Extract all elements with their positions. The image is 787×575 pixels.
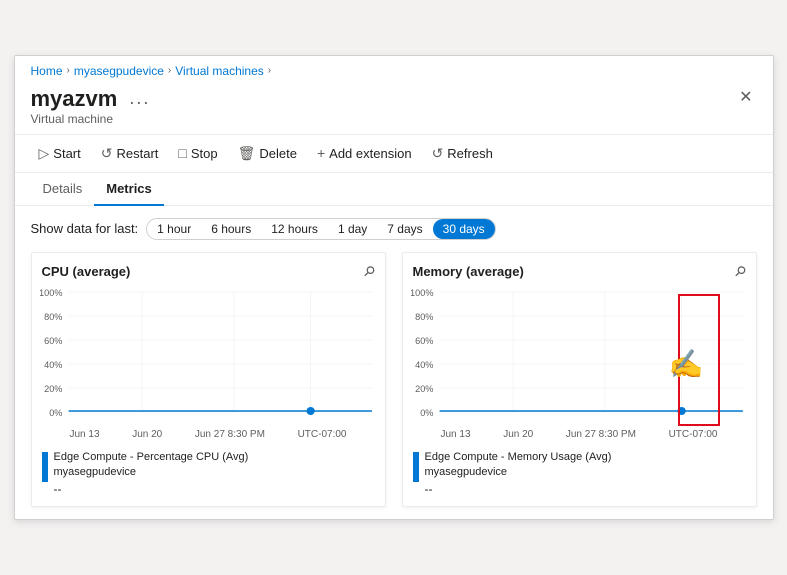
memory-legend-label: Edge Compute - Memory Usage (Avg)	[425, 450, 612, 465]
memory-chart-header: Memory (average) ⚲	[413, 263, 746, 280]
content-area: Show data for last: 1 hour 6 hours 12 ho…	[15, 206, 773, 520]
svg-text:100%: 100%	[40, 288, 62, 298]
memory-legend-sub: myasegpudevice	[425, 465, 612, 480]
stop-button[interactable]: □ Stop	[170, 141, 225, 165]
svg-text:60%: 60%	[415, 336, 433, 346]
svg-text:80%: 80%	[415, 312, 433, 322]
delete-button[interactable]: 🗑 Delete	[230, 141, 305, 166]
breadcrumb-home[interactable]: Home	[31, 64, 63, 78]
svg-text:40%: 40%	[44, 360, 62, 370]
time-btn-1hour[interactable]: 1 hour	[147, 219, 201, 239]
restart-label: Restart	[116, 146, 158, 161]
svg-text:20%: 20%	[415, 384, 433, 394]
more-options-button[interactable]: ...	[125, 88, 154, 109]
svg-text:20%: 20%	[44, 384, 62, 394]
add-extension-label: Add extension	[329, 146, 411, 161]
svg-text:100%: 100%	[411, 288, 433, 298]
close-button[interactable]: ✕	[735, 86, 756, 110]
memory-pin-icon[interactable]: ⚲	[731, 261, 750, 280]
cpu-x-label-3: Jun 27 8:30 PM	[195, 429, 265, 440]
memory-x-label-3: Jun 27 8:30 PM	[566, 429, 636, 440]
refresh-label: Refresh	[447, 146, 493, 161]
time-btn-1day[interactable]: 1 day	[328, 219, 377, 239]
cpu-chart-title: CPU (average)	[42, 264, 131, 279]
start-label: Start	[53, 146, 80, 161]
time-btn-7days[interactable]: 7 days	[377, 219, 432, 239]
start-icon: ▷	[39, 145, 50, 162]
memory-legend-color	[413, 452, 419, 482]
cpu-x-label-2: Jun 20	[132, 429, 162, 440]
restart-icon: ↺	[101, 145, 113, 162]
cpu-chart-svg: 100% 80% 60% 40% 20% 0%	[40, 284, 377, 424]
tab-metrics[interactable]: Metrics	[94, 173, 164, 206]
page-header: myazvm ... Virtual machine ✕	[15, 82, 773, 134]
main-panel: Home › myasegpudevice › Virtual machines…	[14, 55, 774, 521]
tab-details[interactable]: Details	[31, 173, 95, 206]
title-row: myazvm ...	[31, 86, 155, 112]
start-button[interactable]: ▷ Start	[31, 141, 89, 166]
svg-text:0%: 0%	[49, 408, 62, 418]
svg-text:40%: 40%	[415, 360, 433, 370]
memory-chart-svg: 100% 80% 60% 40% 20% 0%	[411, 284, 748, 424]
chevron-icon: ›	[67, 65, 70, 76]
title-area: myazvm ... Virtual machine	[31, 86, 155, 126]
time-btn-6hours[interactable]: 6 hours	[201, 219, 261, 239]
time-filter-label: Show data for last:	[31, 221, 139, 236]
memory-x-labels: Jun 13 Jun 20 Jun 27 8:30 PM UTC-07:00	[411, 429, 748, 440]
refresh-icon: ↺	[432, 145, 444, 162]
cpu-legend: Edge Compute - Percentage CPU (Avg) myas…	[42, 450, 375, 497]
memory-legend-value: --	[425, 482, 612, 496]
svg-text:80%: 80%	[44, 312, 62, 322]
restart-button[interactable]: ↺ Restart	[93, 141, 167, 166]
cpu-legend-value: --	[54, 482, 249, 496]
time-filter-row: Show data for last: 1 hour 6 hours 12 ho…	[31, 218, 757, 240]
stop-label: Stop	[191, 146, 218, 161]
memory-legend-info: Edge Compute - Memory Usage (Avg) myaseg…	[425, 450, 612, 497]
charts-row: CPU (average) ⚲ 100% 80% 60% 40% 20% 0%	[31, 252, 757, 508]
time-btn-30days[interactable]: 30 days	[433, 219, 495, 239]
svg-text:60%: 60%	[44, 336, 62, 346]
memory-chart-title: Memory (average)	[413, 264, 524, 279]
cpu-chart-area: 100% 80% 60% 40% 20% 0%	[40, 284, 377, 444]
cpu-legend-color	[42, 452, 48, 482]
cpu-legend-sub: myasegpudevice	[54, 465, 249, 480]
toolbar: ▷ Start ↺ Restart □ Stop 🗑 Delete + Add …	[15, 134, 773, 173]
cpu-chart-card: CPU (average) ⚲ 100% 80% 60% 40% 20% 0%	[31, 252, 386, 508]
breadcrumb-vms[interactable]: Virtual machines	[175, 64, 264, 78]
delete-icon: 🗑	[238, 145, 256, 162]
resource-type-label: Virtual machine	[31, 112, 155, 126]
tabs: Details Metrics	[15, 173, 773, 206]
stop-icon: □	[178, 145, 186, 161]
page-title: myazvm	[31, 86, 118, 112]
chevron-icon-2: ›	[168, 65, 171, 76]
refresh-button[interactable]: ↺ Refresh	[424, 141, 501, 166]
time-btn-12hours[interactable]: 12 hours	[261, 219, 328, 239]
memory-x-label-2: Jun 20	[503, 429, 533, 440]
memory-chart-area: 100% 80% 60% 40% 20% 0%	[411, 284, 748, 444]
delete-label: Delete	[259, 146, 297, 161]
svg-text:0%: 0%	[420, 408, 433, 418]
cpu-x-labels: Jun 13 Jun 20 Jun 27 8:30 PM UTC-07:00	[40, 429, 377, 440]
cpu-x-label-4: UTC-07:00	[298, 429, 347, 440]
add-icon: +	[317, 145, 325, 161]
memory-x-label-1: Jun 13	[441, 429, 471, 440]
breadcrumb: Home › myasegpudevice › Virtual machines…	[15, 56, 773, 82]
chevron-icon-3: ›	[268, 65, 271, 76]
cpu-x-label-1: Jun 13	[70, 429, 100, 440]
cpu-chart-header: CPU (average) ⚲	[42, 263, 375, 280]
memory-x-label-4: UTC-07:00	[669, 429, 718, 440]
cpu-legend-label: Edge Compute - Percentage CPU (Avg)	[54, 450, 249, 465]
time-filter-group: 1 hour 6 hours 12 hours 1 day 7 days 30 …	[146, 218, 496, 240]
cpu-pin-icon[interactable]: ⚲	[360, 261, 379, 280]
memory-legend: Edge Compute - Memory Usage (Avg) myaseg…	[413, 450, 746, 497]
breadcrumb-device[interactable]: myasegpudevice	[74, 64, 164, 78]
add-extension-button[interactable]: + Add extension	[309, 141, 420, 165]
memory-chart-card: Memory (average) ⚲ 100% 80% 60% 40% 20% …	[402, 252, 757, 508]
cpu-legend-info: Edge Compute - Percentage CPU (Avg) myas…	[54, 450, 249, 497]
